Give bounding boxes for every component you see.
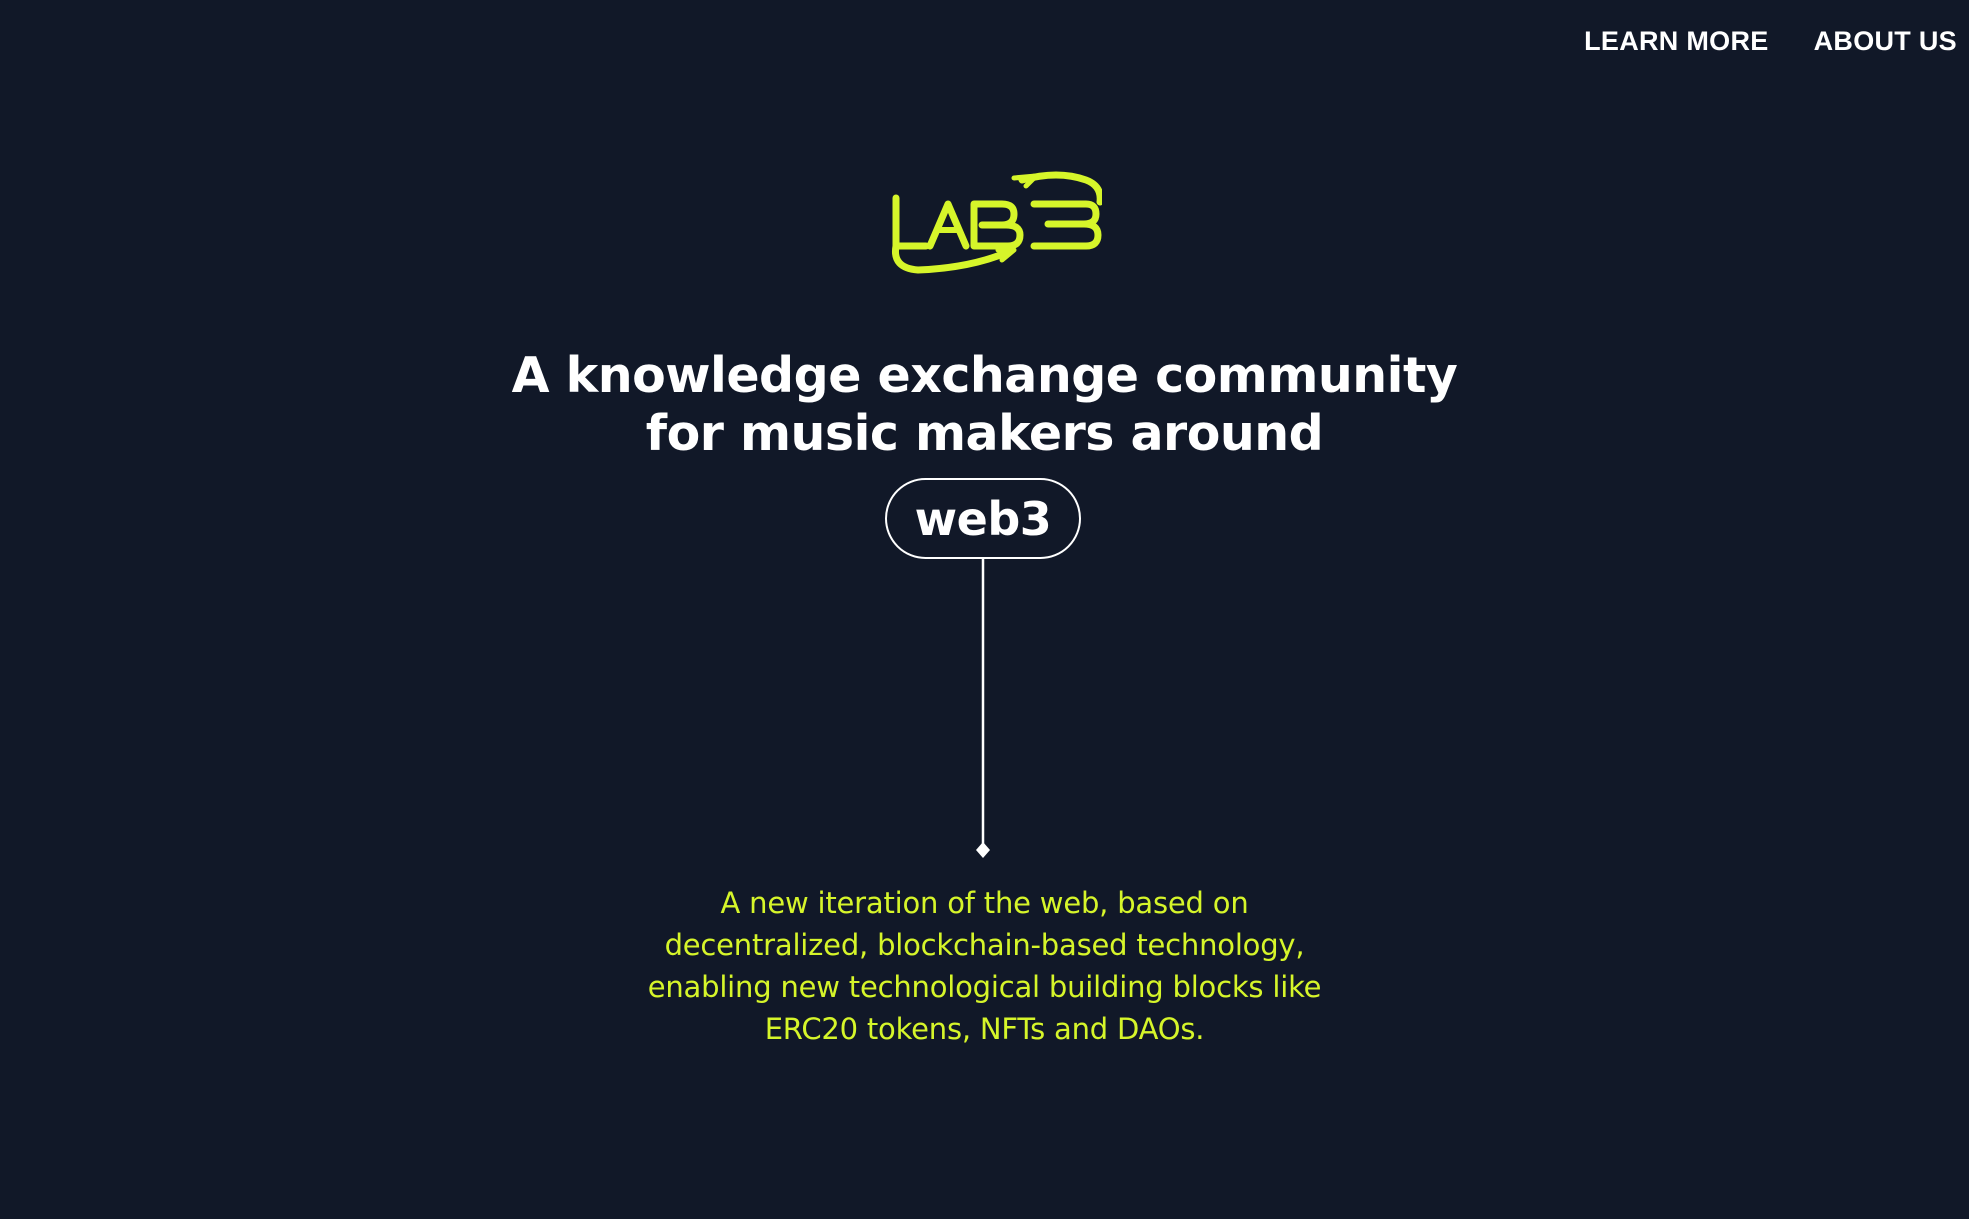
definition-line-2: decentralized, blockchain-based technolo…: [664, 928, 1305, 962]
headline-line-2: for music makers around: [645, 405, 1324, 462]
diamond-marker-icon: [976, 842, 990, 858]
hero-headline: A knowledge exchange community for music…: [0, 347, 1969, 463]
web3-definition: A new iteration of the web, based on dec…: [0, 882, 1969, 1050]
headline-line-1: A knowledge exchange community: [511, 347, 1458, 404]
about-us-link[interactable]: ABOUT US: [1814, 26, 1957, 57]
definition-line-1: A new iteration of the web, based on: [720, 886, 1249, 920]
lab3-logo[interactable]: [890, 168, 1104, 278]
definition-line-4: ERC20 tokens, NFTs and DAOs.: [764, 1012, 1205, 1046]
connector-line-icon: [976, 559, 990, 858]
learn-more-link[interactable]: LEARN MORE: [1584, 26, 1769, 57]
definition-line-3: enabling new technological building bloc…: [647, 970, 1322, 1004]
lab3-logo-icon: [891, 171, 1104, 274]
web3-term-pill[interactable]: web3: [885, 478, 1081, 559]
top-nav: LEARN MORE ABOUT US: [1584, 26, 1957, 57]
